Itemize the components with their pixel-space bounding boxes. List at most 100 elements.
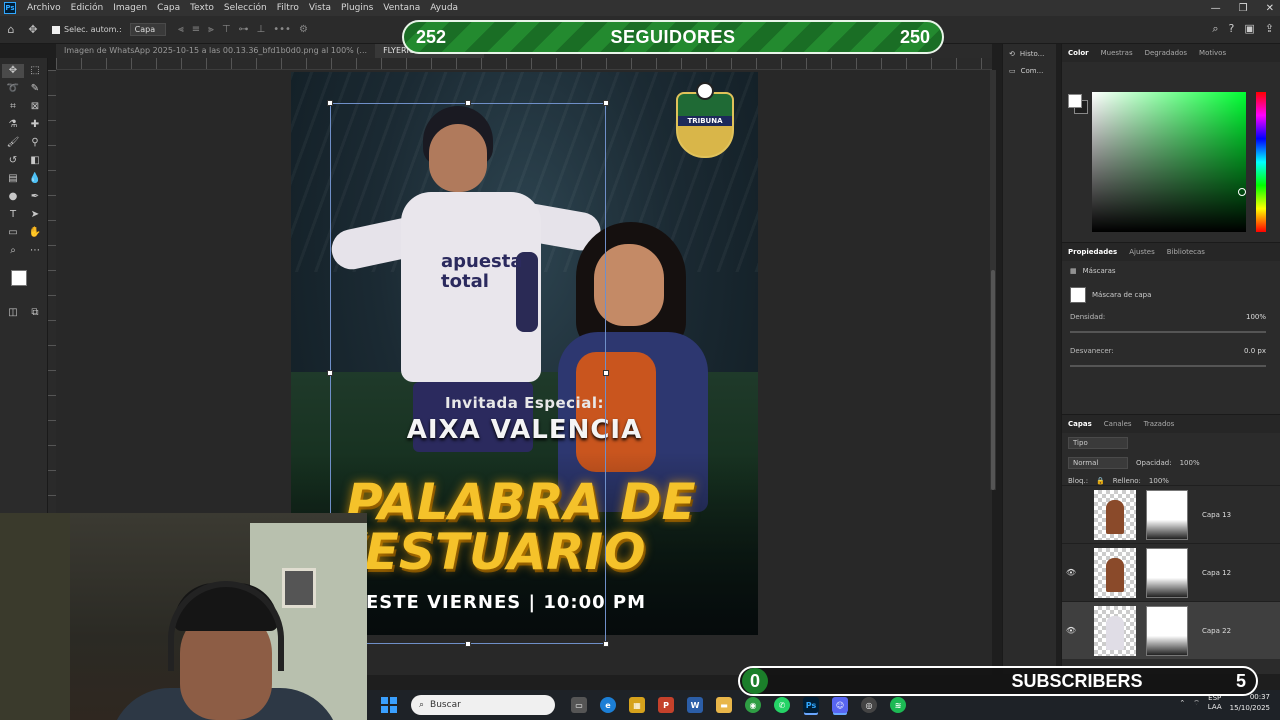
more-tools-icon[interactable]: ⋯ <box>24 244 46 258</box>
align-left-icon[interactable]: ⫷ <box>178 24 184 35</box>
crop-tool-icon[interactable]: ⌗ <box>2 100 24 114</box>
store-icon[interactable]: ▦ <box>629 697 645 713</box>
menu-imagen[interactable]: Imagen <box>108 3 152 13</box>
pixel-mask-icon[interactable]: ▦ <box>1070 267 1077 275</box>
gear-icon[interactable]: ⚙ <box>299 24 308 35</box>
help-icon[interactable]: ? <box>1229 22 1235 36</box>
history-panel-button[interactable]: ⟲ Histo... <box>1003 44 1056 61</box>
layer-mask-thumbnail[interactable] <box>1146 489 1188 540</box>
layer-name[interactable]: Capa 13 <box>1202 511 1231 519</box>
menu-capa[interactable]: Capa <box>152 3 185 13</box>
auto-select-dropdown[interactable]: Capa <box>129 23 167 36</box>
eyedropper-tool-icon[interactable]: ⚗ <box>2 118 24 132</box>
feather-slider[interactable] <box>1070 365 1266 367</box>
layer-mask-thumbnail[interactable] <box>1146 605 1188 656</box>
quick-select-tool-icon[interactable]: ✎ <box>24 82 46 96</box>
align-top-icon[interactable]: ⊤ <box>222 24 231 35</box>
quick-mask-icon[interactable]: ◫ <box>2 306 24 320</box>
tray-chevron-icon[interactable]: ⌃ <box>1179 699 1185 707</box>
tab-swatches[interactable]: Muestras <box>1101 49 1133 57</box>
network-icon[interactable]: ⌔ <box>1193 699 1200 708</box>
blend-mode-dropdown[interactable]: Normal <box>1068 457 1128 469</box>
healing-brush-icon[interactable]: ✚ <box>24 118 46 132</box>
workspace-icon[interactable]: ▣ <box>1244 22 1254 36</box>
color-picker-cursor[interactable] <box>1238 188 1246 196</box>
tab-paths[interactable]: Trazados <box>1144 420 1175 428</box>
tab-patterns[interactable]: Motivos <box>1199 49 1226 57</box>
more-options-icon[interactable]: ••• <box>273 24 291 35</box>
tab-layers[interactable]: Capas <box>1068 420 1092 428</box>
pen-tool-icon[interactable]: ✒ <box>24 190 46 204</box>
layer-thumbnail[interactable] <box>1094 489 1136 540</box>
zoom-tool-icon[interactable]: ⌕ <box>2 244 24 258</box>
brush-tool-icon[interactable]: 🖌 <box>2 136 24 150</box>
layer-mask-thumbnail[interactable] <box>1146 547 1188 598</box>
menu-texto[interactable]: Texto <box>185 3 219 13</box>
menu-filtro[interactable]: Filtro <box>272 3 304 13</box>
close-icon[interactable]: ✕ <box>1266 3 1274 14</box>
layer-mask-thumbnail[interactable] <box>1070 287 1086 303</box>
layer-thumbnail[interactable] <box>1094 605 1136 656</box>
home-icon[interactable]: ⌂ <box>0 23 22 36</box>
auto-select-checkbox[interactable] <box>52 25 60 34</box>
density-slider[interactable] <box>1070 331 1266 333</box>
layer-name[interactable]: Capa 22 <box>1202 627 1231 635</box>
path-select-icon[interactable]: ➤ <box>24 208 46 222</box>
windows-start-icon[interactable] <box>381 697 397 713</box>
tab-libraries[interactable]: Bibliotecas <box>1167 248 1205 256</box>
eraser-tool-icon[interactable]: ◧ <box>24 154 46 168</box>
file-explorer-icon[interactable]: ▬ <box>716 697 732 713</box>
tab-properties[interactable]: Propiedades <box>1068 248 1117 256</box>
task-view-icon[interactable]: ▭ <box>571 697 587 713</box>
search-icon[interactable]: ⌕ <box>1212 22 1218 36</box>
minimize-icon[interactable]: — <box>1211 3 1221 14</box>
menu-edicion[interactable]: Edición <box>66 3 109 13</box>
powerpoint-icon[interactable]: P <box>658 697 674 713</box>
restore-icon[interactable]: ❐ <box>1239 3 1248 14</box>
align-bottom-icon[interactable]: ⊥ <box>257 24 266 35</box>
taskbar-search-input[interactable]: ⌕ Buscar <box>411 695 555 715</box>
blur-tool-icon[interactable]: 💧 <box>24 172 46 186</box>
layer-row[interactable]: Capa 13 <box>1062 485 1280 543</box>
density-value[interactable]: 100% <box>1246 313 1266 321</box>
chrome-icon[interactable]: ◉ <box>745 697 761 713</box>
spotify-icon[interactable]: ≋ <box>890 697 906 713</box>
discord-icon[interactable]: ☺ <box>832 697 848 713</box>
marquee-tool-icon[interactable]: ⬚ <box>24 64 46 78</box>
align-middle-icon[interactable]: ⊶ <box>239 24 249 35</box>
gradient-tool-icon[interactable]: ▤ <box>2 172 24 186</box>
move-tool-icon[interactable]: ✥ <box>22 23 44 36</box>
menu-vista[interactable]: Vista <box>304 3 336 13</box>
obs-icon[interactable]: ◎ <box>861 697 877 713</box>
frame-tool-icon[interactable]: ⊠ <box>24 100 46 114</box>
tab-color[interactable]: Color <box>1068 49 1089 57</box>
menu-plugins[interactable]: Plugins <box>336 3 378 13</box>
foreground-color-swatch[interactable] <box>11 270 27 286</box>
hue-slider[interactable] <box>1256 92 1266 232</box>
layer-row[interactable]: 👁 Capa 22 <box>1062 601 1280 659</box>
layer-row[interactable]: 👁 Capa 12 <box>1062 543 1280 601</box>
language-indicator[interactable]: ESP LAA <box>1208 694 1222 712</box>
whatsapp-icon[interactable]: ✆ <box>774 697 790 713</box>
stamp-tool-icon[interactable]: ⚲ <box>24 136 46 150</box>
comments-panel-button[interactable]: ▭ Com... <box>1003 61 1056 78</box>
share-icon[interactable]: ⇪ <box>1265 22 1274 36</box>
feather-value[interactable]: 0.0 px <box>1244 347 1266 355</box>
tab-whatsapp-image[interactable]: Imagen de WhatsApp 2025-10-15 a las 00.1… <box>56 44 375 58</box>
photoshop-logo-icon[interactable]: Ps <box>4 2 16 14</box>
eye-icon[interactable]: 👁 <box>1062 568 1080 577</box>
menu-seleccion[interactable]: Selección <box>219 3 272 13</box>
layer-filter-dropdown[interactable]: Tipo <box>1068 437 1128 449</box>
lasso-tool-icon[interactable]: ➰ <box>2 82 24 96</box>
layer-mask-row[interactable]: Máscara de capa <box>1062 281 1280 309</box>
photoshop-taskbar-icon[interactable]: Ps <box>803 697 819 713</box>
color-picker-field[interactable] <box>1092 92 1246 232</box>
layer-name[interactable]: Capa 12 <box>1202 569 1231 577</box>
foreground-color-swatch[interactable] <box>1068 94 1082 108</box>
rectangle-tool-icon[interactable]: ▭ <box>2 226 24 240</box>
screen-mode-icon[interactable]: ⧉ <box>24 306 46 320</box>
history-brush-icon[interactable]: ↺ <box>2 154 24 168</box>
fill-value[interactable]: 100% <box>1149 477 1169 485</box>
tab-channels[interactable]: Canales <box>1104 420 1132 428</box>
tab-adjustments[interactable]: Ajustes <box>1129 248 1155 256</box>
